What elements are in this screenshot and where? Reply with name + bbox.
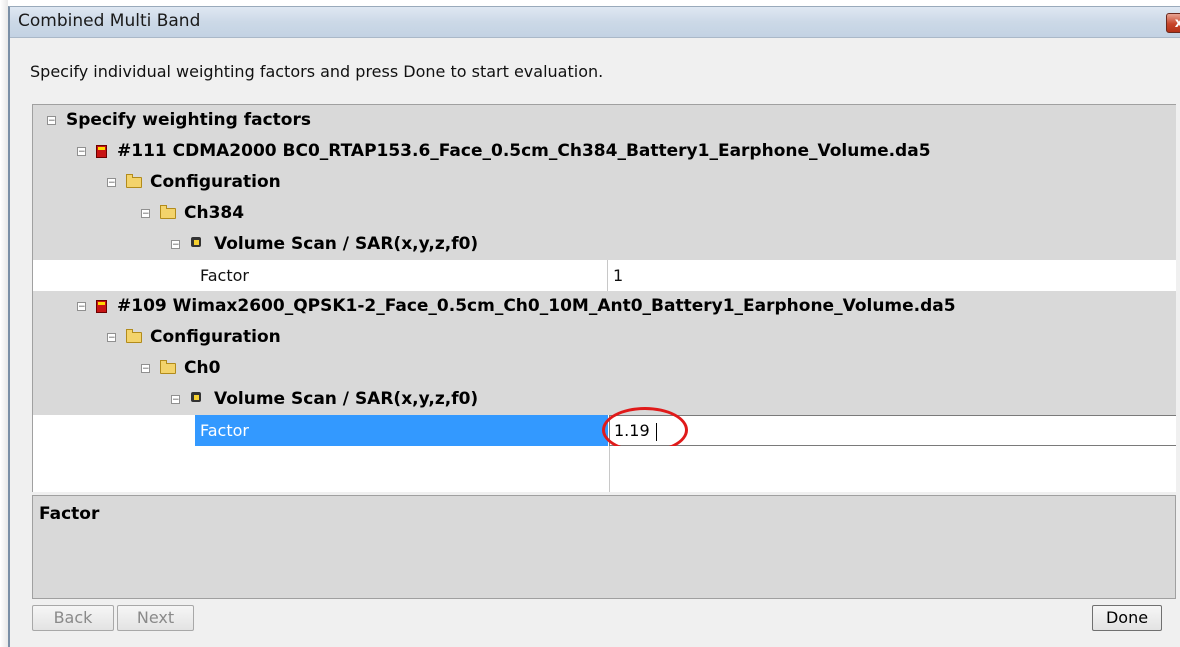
property-name[interactable]: Factor: [195, 260, 608, 291]
tree-configuration[interactable]: − Configuration: [107, 322, 281, 352]
next-button[interactable]: Next: [117, 605, 194, 631]
measurement-file-icon: [96, 144, 107, 158]
folder-icon: [126, 173, 142, 188]
collapse-icon[interactable]: −: [107, 332, 116, 342]
collapse-icon[interactable]: −: [171, 239, 180, 249]
measurement-file-icon: [96, 299, 107, 313]
column-divider: [609, 446, 610, 492]
description-title: Factor: [39, 504, 100, 524]
property-value[interactable]: 1: [609, 260, 1176, 291]
configuration-label: Configuration: [150, 172, 281, 192]
window-title: Combined Multi Band: [18, 11, 201, 31]
empty-grid-area: [33, 446, 1176, 492]
tree-root-label: Specify weighting factors: [66, 110, 311, 130]
tree-measurement-111[interactable]: − #111 CDMA2000 BC0_RTAP153.6_Face_0.5cm…: [77, 136, 931, 166]
instructions-text: Specify individual weighting factors and…: [30, 62, 604, 81]
background-edge: [0, 0, 8, 647]
property-row-selected[interactable]: Factor 1.19: [33, 407, 1176, 453]
configuration-label: Configuration: [150, 327, 281, 347]
channel-label: Ch0: [184, 358, 221, 378]
close-icon: x: [1174, 16, 1180, 31]
collapse-icon[interactable]: −: [77, 301, 86, 311]
description-panel: Factor: [32, 495, 1176, 599]
tree-channel[interactable]: − Ch0: [141, 353, 220, 383]
collapse-icon[interactable]: −: [141, 208, 150, 218]
volume-scan-icon: [190, 392, 204, 406]
factor-input[interactable]: 1.19: [602, 407, 1176, 453]
property-name[interactable]: Factor: [195, 415, 608, 446]
back-button[interactable]: Back: [32, 605, 114, 631]
collapse-icon[interactable]: −: [171, 394, 180, 404]
tree-measurement-109[interactable]: − #109 Wimax2600_QPSK1-2_Face_0.5cm_Ch0_…: [77, 291, 956, 321]
measurement-label: #109 Wimax2600_QPSK1-2_Face_0.5cm_Ch0_10…: [117, 296, 956, 316]
scan-label: Volume Scan / SAR(x,y,z,f0): [214, 389, 479, 409]
measurement-label: #111 CDMA2000 BC0_RTAP153.6_Face_0.5cm_C…: [117, 141, 931, 161]
property-row[interactable]: Factor 1: [33, 260, 1176, 291]
tree-volume-scan[interactable]: − Volume Scan / SAR(x,y,z,f0): [171, 384, 478, 414]
folder-icon: [126, 328, 142, 343]
collapse-icon[interactable]: −: [141, 363, 150, 373]
tree-volume-scan[interactable]: − Volume Scan / SAR(x,y,z,f0): [171, 229, 478, 259]
done-button[interactable]: Done: [1092, 605, 1162, 631]
weighting-tree[interactable]: − Specify weighting factors − #111 CDMA2…: [32, 104, 1176, 492]
collapse-icon[interactable]: −: [77, 146, 86, 156]
tree-configuration[interactable]: − Configuration: [107, 167, 281, 197]
scan-label: Volume Scan / SAR(x,y,z,f0): [214, 234, 479, 254]
collapse-icon[interactable]: −: [47, 115, 56, 125]
tree-root[interactable]: − Specify weighting factors: [47, 105, 311, 135]
folder-icon: [160, 204, 176, 219]
collapse-icon[interactable]: −: [107, 177, 116, 187]
volume-scan-icon: [190, 237, 204, 251]
dialog-window: Combined Multi Band x Specify individual…: [8, 6, 1180, 647]
title-bar[interactable]: Combined Multi Band x: [10, 7, 1180, 38]
channel-label: Ch384: [184, 203, 245, 223]
folder-icon: [160, 359, 176, 374]
tree-channel[interactable]: − Ch384: [141, 198, 244, 228]
close-button[interactable]: x: [1166, 13, 1180, 33]
